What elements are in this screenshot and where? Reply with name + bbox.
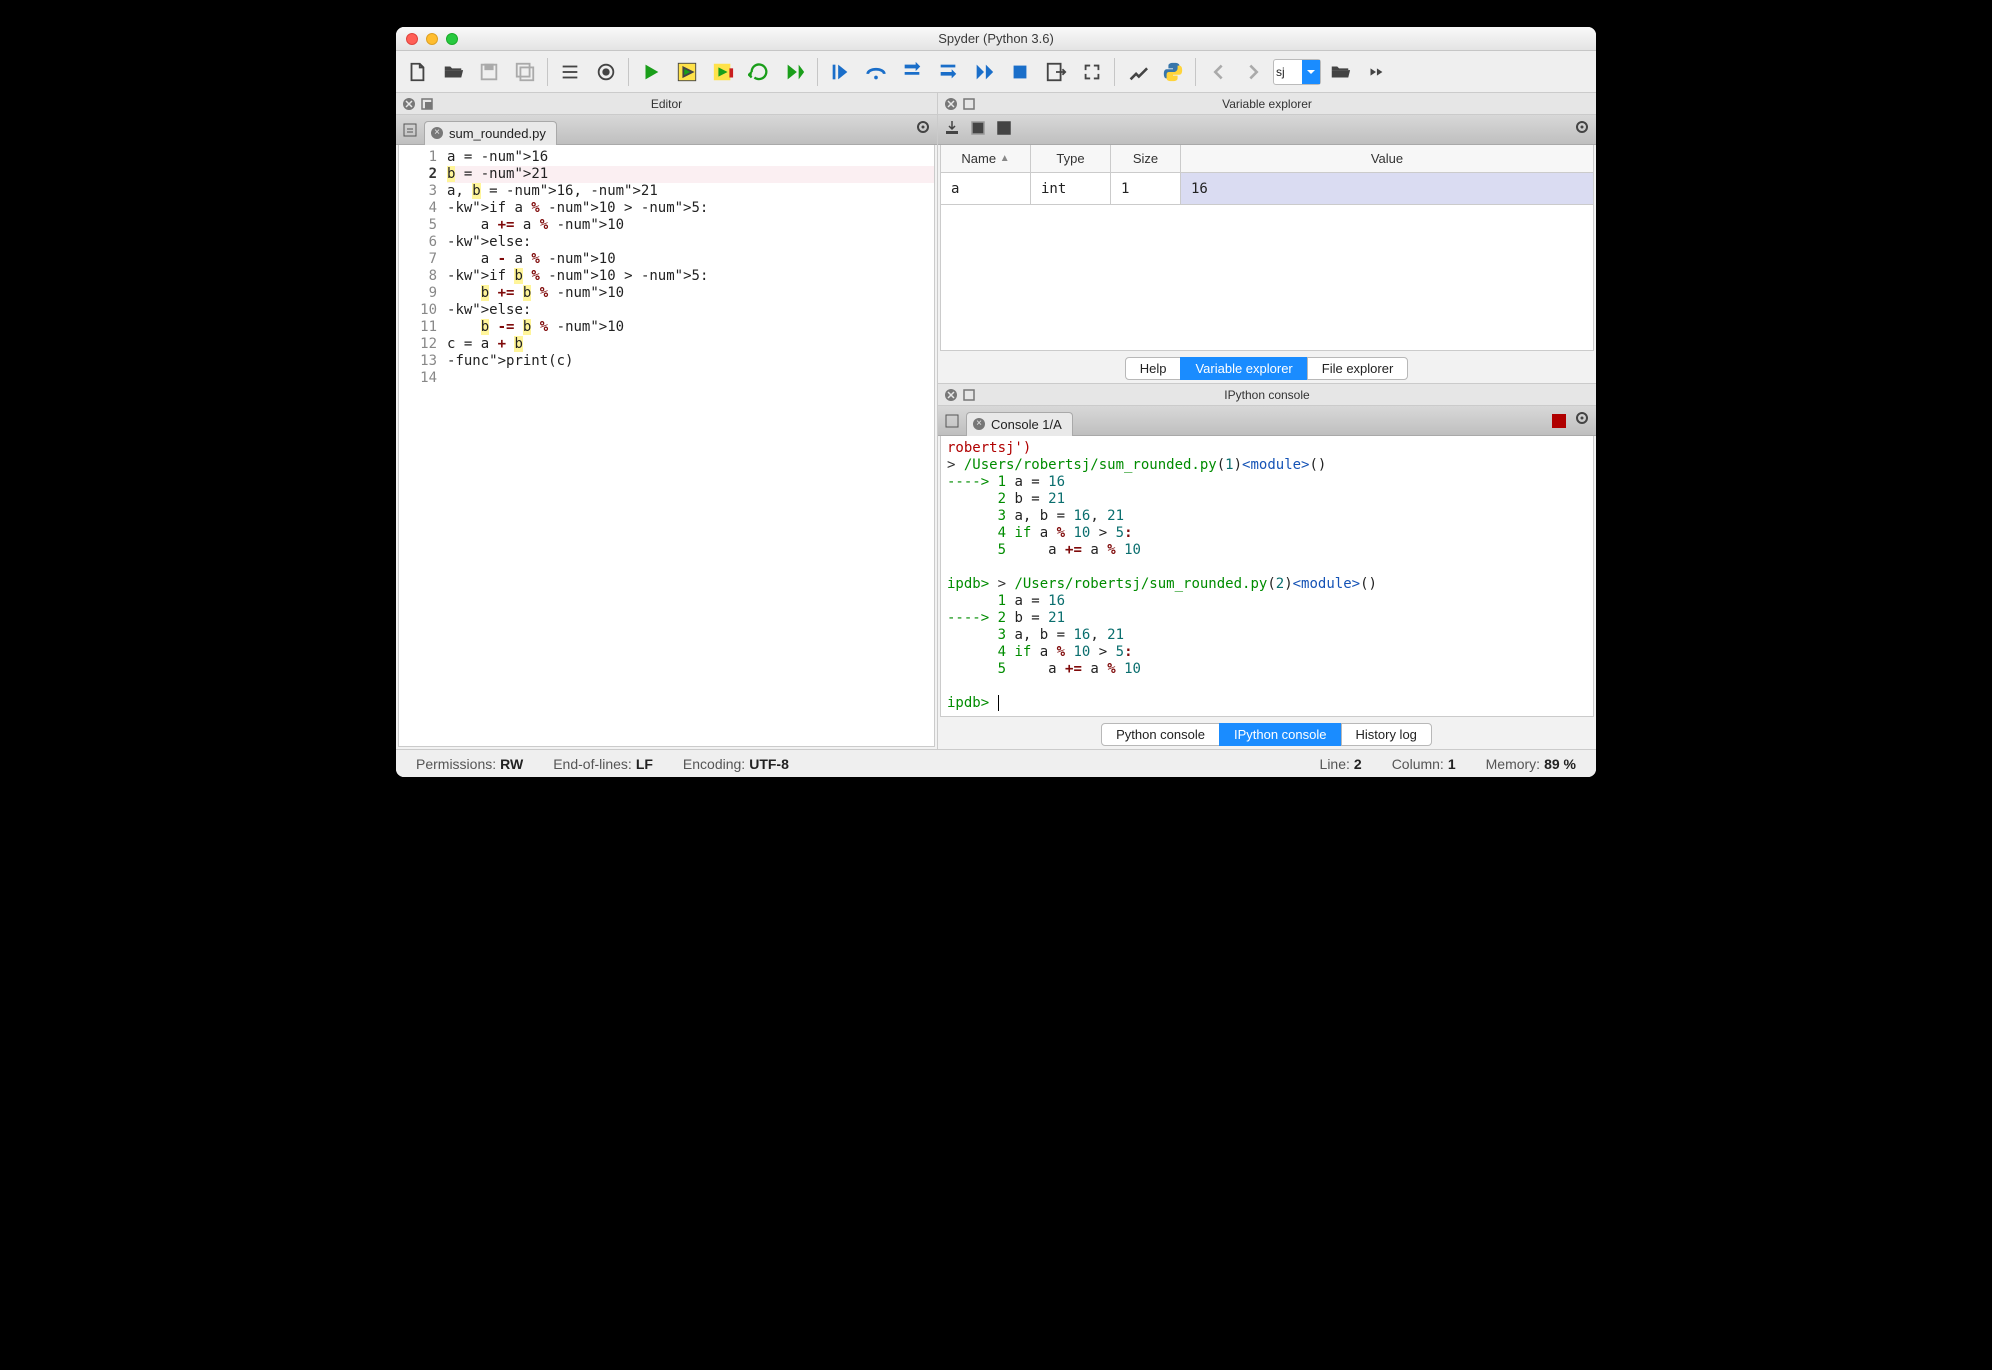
undock-pane-icon[interactable] <box>420 97 434 111</box>
tab-history-log[interactable]: History log <box>1341 723 1432 746</box>
col-size[interactable]: Size <box>1111 145 1181 172</box>
variable-explorer-pane: Variable explorer Name ▲ Type Size Va <box>938 93 1596 383</box>
save-button[interactable] <box>472 55 506 89</box>
rerun-button[interactable] <box>742 55 776 89</box>
variable-explorer-header: Variable explorer <box>938 93 1596 115</box>
status-permissions: Permissions:RW <box>416 756 523 772</box>
outline-button[interactable] <box>553 55 587 89</box>
import-data-button[interactable] <box>944 120 960 139</box>
editor-pane-title: Editor <box>396 97 937 111</box>
minimize-window-button[interactable] <box>426 33 438 45</box>
close-window-button[interactable] <box>406 33 418 45</box>
tab-help[interactable]: Help <box>1125 357 1182 380</box>
open-file-button[interactable] <box>436 55 470 89</box>
close-tab-icon[interactable]: × <box>431 127 443 139</box>
at-button[interactable] <box>589 55 623 89</box>
status-memory: Memory:89 % <box>1486 756 1576 772</box>
code-editor[interactable]: 1234567891011121314 a = -num">16b = -num… <box>398 145 935 747</box>
editor-pane: Editor × sum_rounded.py 1234567891011121… <box>396 93 938 749</box>
variable-explorer-title: Variable explorer <box>938 97 1596 111</box>
console-tab-label: Console 1/A <box>991 417 1062 432</box>
titlebar: Spyder (Python 3.6) <box>396 27 1596 51</box>
debug-step-in-button[interactable] <box>823 55 857 89</box>
forward-button[interactable] <box>1237 55 1271 89</box>
working-directory-select[interactable]: sj <box>1273 59 1321 85</box>
pythonpath-button[interactable] <box>1156 55 1190 89</box>
save-data-button[interactable] <box>970 120 986 139</box>
file-switcher-button[interactable] <box>400 123 420 137</box>
ipython-console-pane: IPython console × Console 1/A robertsj <box>938 383 1596 749</box>
debug-exit-button[interactable] <box>1039 55 1073 89</box>
chevron-down-icon <box>1302 60 1320 84</box>
working-directory-value: sj <box>1276 65 1285 79</box>
debug-step-into-button[interactable] <box>895 55 929 89</box>
back-button[interactable] <box>1201 55 1235 89</box>
editor-tab-label: sum_rounded.py <box>449 126 546 141</box>
editor-tab-sum-rounded[interactable]: × sum_rounded.py <box>424 121 557 145</box>
run-button[interactable] <box>634 55 668 89</box>
variable-table[interactable]: Name ▲ Type Size Value a int 1 16 <box>940 145 1594 351</box>
run-cell-button[interactable] <box>670 55 704 89</box>
ipython-console-title: IPython console <box>938 388 1596 402</box>
browse-directory-button[interactable] <box>1323 55 1357 89</box>
save-data-as-button[interactable] <box>996 120 1012 139</box>
variable-row[interactable]: a int 1 16 <box>941 173 1593 205</box>
close-pane-icon[interactable] <box>944 388 958 402</box>
spyder-window: Spyder (Python 3.6) sj <box>396 27 1596 777</box>
editor-code-area[interactable]: a = -num">16b = -num">21a, b = -num">16,… <box>443 145 934 746</box>
close-pane-icon[interactable] <box>402 97 416 111</box>
right-upper-tabs: Help Variable explorer File explorer <box>938 353 1596 383</box>
editor-pane-header: Editor <box>396 93 937 115</box>
console-tab[interactable]: × Console 1/A <box>966 412 1073 436</box>
var-value: 16 <box>1181 173 1593 204</box>
status-eol: End-of-lines:LF <box>553 756 653 772</box>
col-type[interactable]: Type <box>1031 145 1111 172</box>
col-value[interactable]: Value <box>1181 145 1593 172</box>
new-file-button[interactable] <box>400 55 434 89</box>
maximize-pane-button[interactable] <box>1075 55 1109 89</box>
preferences-button[interactable] <box>1120 55 1154 89</box>
debug-stop-button[interactable] <box>1003 55 1037 89</box>
var-size: 1 <box>1111 173 1181 204</box>
tab-ipython-console[interactable]: IPython console <box>1219 723 1342 746</box>
main-toolbar: sj <box>396 51 1596 93</box>
editor-gutter: 1234567891011121314 <box>399 145 443 746</box>
status-column: Column:1 <box>1392 756 1456 772</box>
status-bar: Permissions:RW End-of-lines:LF Encoding:… <box>396 749 1596 777</box>
console-output[interactable]: robertsj') > /Users/robertsj/sum_rounded… <box>940 436 1594 717</box>
debug-step-out-button[interactable] <box>931 55 965 89</box>
col-name[interactable]: Name ▲ <box>941 145 1031 172</box>
run-selection-button[interactable] <box>778 55 812 89</box>
console-switcher-button[interactable] <box>942 414 962 428</box>
variable-explorer-toolbar <box>938 115 1596 145</box>
close-pane-icon[interactable] <box>944 97 958 111</box>
debug-continue-button[interactable] <box>967 55 1001 89</box>
close-tab-icon[interactable]: × <box>973 418 985 430</box>
debug-step-over-button[interactable] <box>859 55 893 89</box>
undock-pane-icon[interactable] <box>962 388 976 402</box>
tab-python-console[interactable]: Python console <box>1101 723 1220 746</box>
editor-options-button[interactable] <box>915 119 931 138</box>
var-name: a <box>941 173 1031 204</box>
undock-pane-icon[interactable] <box>962 97 976 111</box>
window-title: Spyder (Python 3.6) <box>396 31 1596 46</box>
tab-variable-explorer[interactable]: Variable explorer <box>1180 357 1307 380</box>
console-options-button[interactable] <box>1574 410 1590 429</box>
ipython-console-header: IPython console <box>938 384 1596 406</box>
editor-tabbar: × sum_rounded.py <box>396 115 937 145</box>
var-type: int <box>1031 173 1111 204</box>
toolbar-overflow-button[interactable] <box>1359 55 1393 89</box>
console-tabbar: × Console 1/A <box>938 406 1596 436</box>
status-encoding: Encoding:UTF-8 <box>683 756 789 772</box>
save-all-button[interactable] <box>508 55 542 89</box>
console-stop-button[interactable] <box>1552 414 1566 428</box>
zoom-window-button[interactable] <box>446 33 458 45</box>
run-cell-advance-button[interactable] <box>706 55 740 89</box>
status-line: Line:2 <box>1320 756 1362 772</box>
tab-file-explorer[interactable]: File explorer <box>1307 357 1409 380</box>
right-lower-tabs: Python console IPython console History l… <box>938 719 1596 749</box>
variable-table-header: Name ▲ Type Size Value <box>941 145 1593 173</box>
variable-explorer-options-button[interactable] <box>1574 119 1590 138</box>
